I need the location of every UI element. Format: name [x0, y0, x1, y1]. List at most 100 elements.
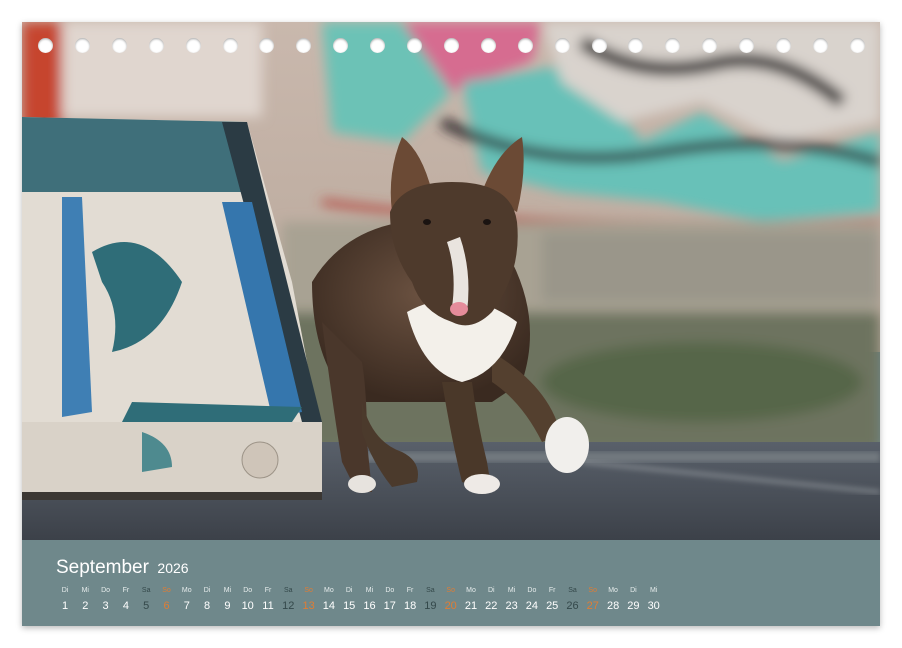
- day-number: 2: [82, 600, 89, 612]
- day-number: 11: [262, 600, 274, 612]
- day-cell: Sa 5: [136, 586, 156, 613]
- binding-hole: [776, 38, 791, 53]
- binding-hole: [111, 38, 127, 53]
- weekday-label: Mi: [223, 587, 232, 594]
- weekday-label: Mi: [507, 587, 516, 594]
- day-number: 17: [383, 600, 396, 612]
- year-label: 2026: [157, 560, 189, 576]
- day-number: 13: [302, 600, 315, 612]
- weekday-label: Do: [385, 587, 395, 594]
- day-cell: Mi 2: [75, 586, 95, 613]
- binding-hole: [370, 38, 386, 53]
- day-number: 5: [143, 600, 150, 612]
- day-number: 8: [204, 600, 211, 612]
- day-cell: Di 1: [55, 586, 75, 613]
- day-cell: So 13: [299, 586, 319, 613]
- day-cell: Di 29: [623, 586, 643, 613]
- binding-hole: [443, 38, 459, 53]
- day-cell: Mo 14: [319, 586, 339, 613]
- weekday-label: Do: [243, 587, 253, 594]
- day-number: 19: [424, 600, 437, 612]
- day-cell: Mi 23: [502, 586, 522, 613]
- calendar-photo: [22, 22, 880, 540]
- day-cell: Di 22: [481, 586, 501, 613]
- weekday-label: Di: [61, 587, 69, 594]
- binding-hole: [849, 38, 865, 53]
- day-number: 27: [586, 600, 599, 612]
- day-cell: Di 15: [339, 586, 359, 613]
- weekday-label: Mi: [649, 587, 658, 594]
- day-number: 14: [322, 600, 336, 612]
- day-number: 23: [505, 600, 518, 612]
- binding-hole: [296, 38, 312, 53]
- binding-hole: [185, 38, 201, 53]
- day-cell: Sa 19: [420, 586, 440, 613]
- day-number: 12: [282, 600, 295, 612]
- day-cell: So 20: [441, 586, 461, 613]
- calendar-page: September 2026 Di 1 Mi 2 Do 3 Fr 4 Sa 5 So 6 Mo 7 Di 8 M…: [22, 22, 880, 626]
- day-number: 21: [464, 600, 478, 612]
- day-number: 7: [183, 600, 190, 612]
- day-number: 18: [403, 600, 417, 612]
- day-number: 1: [61, 600, 69, 612]
- binding-hole: [739, 38, 755, 53]
- weekday-label: Di: [630, 587, 637, 594]
- day-cell: Mo 21: [461, 586, 481, 613]
- day-cell: Sa 12: [278, 586, 298, 613]
- day-number: 26: [566, 600, 579, 612]
- weekday-label: Sa: [568, 587, 577, 594]
- binding-hole: [480, 38, 496, 53]
- weekday-label: Fr: [406, 587, 414, 594]
- weekday-label: Fr: [548, 587, 556, 594]
- dog-photo-image: [22, 22, 880, 540]
- binding-hole: [333, 38, 349, 53]
- day-number: 30: [647, 600, 660, 612]
- day-cell: Di 8: [197, 586, 217, 613]
- day-cell: Fr 11: [258, 586, 278, 613]
- day-number: 16: [363, 600, 376, 612]
- binding-hole: [222, 38, 238, 53]
- calendar-strip: September 2026 Di 1 Mi 2 Do 3 Fr 4 Sa 5 So 6 Mo 7 Di 8 M…: [22, 540, 880, 626]
- weekday-label: Mi: [81, 587, 89, 594]
- day-cell: Do 3: [96, 586, 116, 613]
- weekday-label: Sa: [284, 587, 293, 594]
- day-cell: Mi 9: [217, 586, 237, 613]
- day-cell: Do 24: [522, 586, 542, 613]
- weekday-label: Mo: [324, 587, 334, 594]
- binding-hole: [517, 38, 533, 53]
- binding-hole: [628, 38, 644, 53]
- day-cell: Fr 18: [400, 586, 420, 613]
- day-cell: So 27: [583, 586, 603, 613]
- binding-hole: [74, 38, 90, 53]
- day-cell: Do 17: [380, 586, 400, 613]
- binding-hole: [407, 38, 422, 53]
- weekday-label: Di: [203, 587, 211, 594]
- weekday-label: Do: [527, 587, 537, 594]
- weekday-label: Di: [345, 587, 353, 594]
- weekday-label: Sa: [426, 587, 435, 594]
- day-number: 6: [163, 600, 170, 612]
- day-number: 15: [343, 600, 356, 612]
- day-number: 3: [102, 600, 109, 612]
- binding-hole: [702, 38, 718, 53]
- day-cell: Mi 30: [644, 586, 664, 613]
- day-number: 9: [224, 600, 231, 612]
- day-cell: Do 10: [238, 586, 258, 613]
- day-cell: Mo 28: [603, 586, 623, 613]
- binding-hole: [554, 38, 570, 53]
- day-number: 4: [122, 600, 129, 612]
- weekday-label: Mo: [466, 587, 476, 594]
- binding-hole: [665, 38, 681, 53]
- day-number: 10: [241, 600, 254, 612]
- weekday-label: Fr: [122, 587, 130, 594]
- day-number: 22: [485, 600, 498, 612]
- binding-hole: [259, 38, 275, 53]
- day-number: 25: [546, 600, 559, 612]
- day-cell: So 6: [157, 586, 177, 613]
- weekday-label: So: [162, 587, 171, 594]
- month-title: September 2026: [56, 557, 189, 579]
- binding-hole: [148, 38, 164, 53]
- day-number: 29: [627, 600, 640, 612]
- binding-hole: [591, 38, 607, 53]
- binding-holes: [22, 38, 880, 56]
